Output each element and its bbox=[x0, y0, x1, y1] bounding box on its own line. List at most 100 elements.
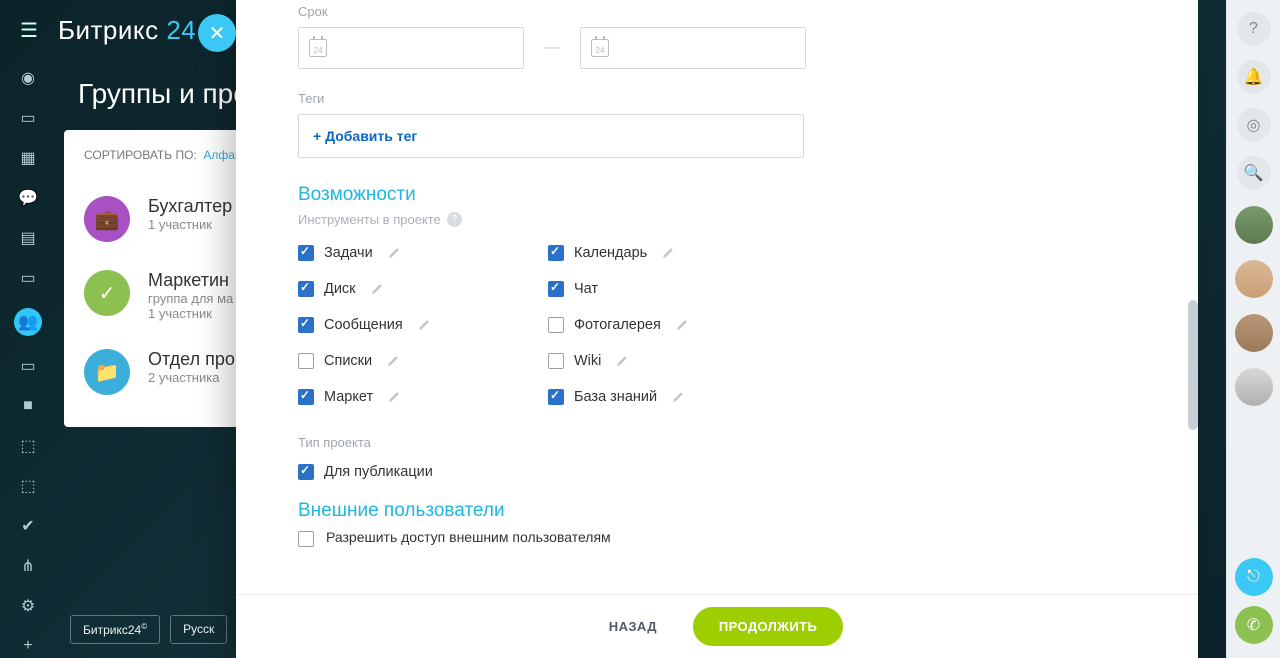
group-name: Бухгалтер bbox=[148, 196, 232, 217]
calendar-icon: 24 bbox=[309, 39, 327, 57]
pencil-icon[interactable] bbox=[661, 246, 675, 260]
checkbox[interactable] bbox=[548, 389, 564, 405]
footer-chips: Битрикс24© Русск bbox=[70, 615, 227, 644]
capability-option[interactable]: Wiki bbox=[548, 353, 798, 369]
option-label: Маркет bbox=[324, 389, 373, 405]
footer-chip[interactable]: Русск bbox=[170, 615, 227, 644]
project-type-label: Тип проекта bbox=[298, 435, 1074, 450]
checkbox[interactable] bbox=[298, 317, 314, 333]
activity-icon[interactable]: ◎ bbox=[1237, 108, 1271, 142]
bell-icon[interactable]: 🔔 bbox=[1237, 60, 1271, 94]
group-meta: 2 участника bbox=[148, 370, 235, 385]
menu-icon[interactable]: ☰ bbox=[20, 18, 38, 43]
nav-plus-icon[interactable]: + bbox=[18, 636, 38, 656]
capability-option[interactable]: Списки bbox=[298, 353, 548, 369]
nav-item[interactable]: ⋔ bbox=[18, 556, 38, 576]
nav-doc-icon[interactable]: ▤ bbox=[18, 228, 38, 248]
help-icon[interactable]: ? bbox=[1237, 12, 1271, 46]
checkbox[interactable] bbox=[298, 353, 314, 369]
scrollbar[interactable] bbox=[1188, 300, 1198, 430]
nav-item[interactable]: ▭ bbox=[18, 268, 38, 288]
pencil-icon[interactable] bbox=[671, 390, 685, 404]
option-label: Списки bbox=[324, 353, 372, 369]
nav-groups-icon[interactable]: 👥 bbox=[14, 308, 42, 336]
pencil-icon[interactable] bbox=[387, 390, 401, 404]
checkbox[interactable] bbox=[548, 281, 564, 297]
nav-check-icon[interactable]: ✔ bbox=[18, 516, 38, 536]
capabilities-title: Возможности bbox=[298, 184, 1074, 206]
search-icon[interactable]: 🔍 bbox=[1237, 156, 1271, 190]
capability-option[interactable]: Задачи bbox=[298, 245, 548, 261]
page-title: Группы и про bbox=[78, 78, 249, 110]
modal-body: Срок 24 — 24 Теги + Добавить тег Возможн… bbox=[236, 0, 1198, 594]
sort-label: СОРТИРОВАТЬ ПО: bbox=[84, 148, 197, 162]
nav-item[interactable]: ⬚ bbox=[18, 436, 38, 456]
phone-icon[interactable]: ✆ bbox=[1235, 606, 1273, 644]
capability-option[interactable]: Диск bbox=[298, 281, 548, 297]
external-allow-label: Разрешить доступ внешним пользователям bbox=[326, 528, 611, 546]
checkbox[interactable] bbox=[548, 317, 564, 333]
date-range-row: 24 — 24 bbox=[298, 27, 1074, 69]
range-dash: — bbox=[544, 39, 560, 57]
avatar[interactable] bbox=[1235, 206, 1273, 244]
left-nav: ◉ ▭ ▦ 💬 ▤ ▭ 👥 ▭ ■ ⬚ ⬚ ✔ ⋔ ⚙ + bbox=[0, 60, 56, 658]
nav-item[interactable]: ▭ bbox=[18, 108, 38, 128]
option-label: Сообщения bbox=[324, 317, 403, 333]
capabilities-subtitle: Инструменты в проекте ? bbox=[298, 212, 1074, 227]
tags-input[interactable]: + Добавить тег bbox=[298, 114, 804, 158]
checkbox[interactable] bbox=[298, 389, 314, 405]
group-meta: 1 участник bbox=[148, 306, 233, 321]
capability-option[interactable]: Чат bbox=[548, 281, 798, 297]
pencil-icon[interactable] bbox=[615, 354, 629, 368]
close-icon[interactable]: ✕ bbox=[198, 14, 236, 52]
tags-label: Теги bbox=[298, 91, 1074, 106]
external-users-title: Внешние пользователи bbox=[298, 500, 1074, 522]
nav-item[interactable]: ▭ bbox=[18, 356, 38, 376]
capability-option[interactable]: Сообщения bbox=[298, 317, 548, 333]
nav-calendar-icon[interactable]: ▦ bbox=[18, 148, 38, 168]
group-icon: 💼 bbox=[84, 196, 130, 242]
pencil-icon[interactable] bbox=[417, 318, 431, 332]
nav-gear-icon[interactable]: ⚙ bbox=[18, 596, 38, 616]
option-label: Диск bbox=[324, 281, 356, 297]
nav-chat-icon[interactable]: 💬 bbox=[18, 188, 38, 208]
checkbox[interactable] bbox=[298, 531, 314, 547]
add-tag-button[interactable]: + Добавить тег bbox=[313, 128, 417, 144]
nav-item[interactable]: ⬚ bbox=[18, 476, 38, 496]
publication-option[interactable]: Для публикации bbox=[298, 464, 1074, 480]
group-name: Маркетин bbox=[148, 270, 233, 291]
group-desc: группа для ма bbox=[148, 291, 233, 306]
help-icon[interactable]: ? bbox=[447, 212, 462, 227]
capability-option[interactable]: База знаний bbox=[548, 389, 798, 405]
option-label: Чат bbox=[574, 281, 598, 297]
pencil-icon[interactable] bbox=[387, 246, 401, 260]
checkbox[interactable] bbox=[298, 245, 314, 261]
continue-button[interactable]: ПРОДОЛЖИТЬ bbox=[693, 607, 843, 646]
option-label: Задачи bbox=[324, 245, 373, 261]
checkbox[interactable] bbox=[298, 464, 314, 480]
date-from-input[interactable]: 24 bbox=[298, 27, 524, 69]
checkbox[interactable] bbox=[548, 245, 564, 261]
checkbox[interactable] bbox=[548, 353, 564, 369]
logout-icon[interactable]: ⎋ bbox=[1235, 558, 1273, 596]
pencil-icon[interactable] bbox=[386, 354, 400, 368]
capability-option[interactable]: Календарь bbox=[548, 245, 798, 261]
right-panel: ? 🔔 ◎ 🔍 ⎋ ✆ bbox=[1226, 0, 1280, 658]
option-label: Wiki bbox=[574, 353, 601, 369]
checkbox[interactable] bbox=[298, 281, 314, 297]
calendar-icon: 24 bbox=[591, 39, 609, 57]
date-to-input[interactable]: 24 bbox=[580, 27, 806, 69]
pencil-icon[interactable] bbox=[675, 318, 689, 332]
avatar[interactable] bbox=[1235, 368, 1273, 406]
capability-option[interactable]: Маркет bbox=[298, 389, 548, 405]
group-name: Отдел про bbox=[148, 349, 235, 370]
external-allow-option[interactable]: Разрешить доступ внешним пользователям bbox=[298, 528, 1074, 547]
capability-option[interactable]: Фотогалерея bbox=[548, 317, 798, 333]
avatar[interactable] bbox=[1235, 314, 1273, 352]
nav-item[interactable]: ■ bbox=[18, 396, 38, 416]
back-button[interactable]: НАЗАД bbox=[591, 607, 675, 646]
footer-chip[interactable]: Битрикс24© bbox=[70, 615, 160, 644]
pencil-icon[interactable] bbox=[370, 282, 384, 296]
avatar[interactable] bbox=[1235, 260, 1273, 298]
nav-item[interactable]: ◉ bbox=[18, 68, 38, 88]
